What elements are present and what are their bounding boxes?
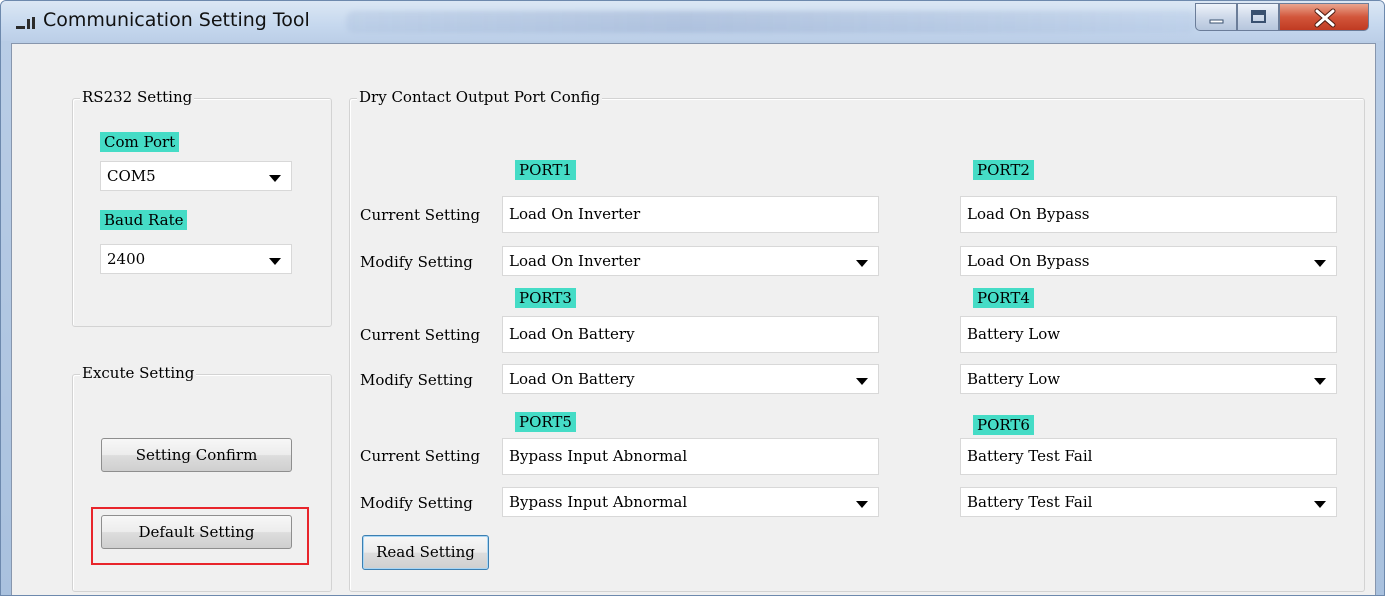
port2-current-field[interactable]: Load On Bypass xyxy=(960,196,1337,233)
port1-current-field[interactable]: Load On Inverter xyxy=(502,196,879,233)
port1-modify-value: Load On Inverter xyxy=(509,252,641,270)
port1-label: PORT1 xyxy=(515,160,576,180)
modify-setting-label: Modify Setting xyxy=(360,494,473,512)
chevron-down-icon xyxy=(1314,501,1326,508)
port5-modify-value: Bypass Input Abnormal xyxy=(509,493,688,511)
title-bar[interactable]: Communication Setting Tool xyxy=(1,1,1384,41)
execute-setting-legend: Excute Setting xyxy=(80,364,197,382)
current-setting-label: Current Setting xyxy=(360,206,481,224)
port6-modify-select[interactable]: Battery Test Fail xyxy=(960,487,1337,517)
baud-rate-label: Baud Rate xyxy=(100,210,188,230)
chevron-down-icon xyxy=(1314,260,1326,267)
current-setting-label: Current Setting xyxy=(360,447,481,465)
port4-label: PORT4 xyxy=(973,288,1034,308)
minimize-icon xyxy=(1209,19,1224,24)
port5-current-field[interactable]: Bypass Input Abnormal xyxy=(502,438,879,475)
chevron-down-icon xyxy=(1314,378,1326,385)
chevron-down-icon xyxy=(856,378,868,385)
chevron-down-icon xyxy=(856,501,868,508)
port4-modify-select[interactable]: Battery Low xyxy=(960,364,1337,394)
com-port-select[interactable]: COM5 xyxy=(100,161,292,191)
read-setting-button[interactable]: Read Setting xyxy=(362,535,489,570)
app-window: Communication Setting Tool RS232 Setting xyxy=(0,0,1385,596)
modify-setting-label: Modify Setting xyxy=(360,371,473,389)
baud-rate-select[interactable]: 2400 xyxy=(100,244,292,274)
current-setting-label: Current Setting xyxy=(360,326,481,344)
chevron-down-icon xyxy=(269,258,281,265)
blurred-title-region xyxy=(346,11,1196,33)
com-port-label: Com Port xyxy=(100,132,180,152)
port2-label: PORT2 xyxy=(973,160,1034,180)
setting-confirm-button[interactable]: Setting Confirm xyxy=(101,438,292,472)
port5-label: PORT5 xyxy=(515,412,576,432)
close-button[interactable] xyxy=(1279,3,1369,31)
minimize-button[interactable] xyxy=(1195,3,1237,31)
port5-modify-select[interactable]: Bypass Input Abnormal xyxy=(502,487,879,517)
modify-setting-label: Modify Setting xyxy=(360,253,473,271)
maximize-icon xyxy=(1251,10,1266,23)
port4-current-field[interactable]: Battery Low xyxy=(960,316,1337,353)
port2-modify-value: Load On Bypass xyxy=(967,252,1090,270)
port2-modify-select[interactable]: Load On Bypass xyxy=(960,246,1337,276)
maximize-button[interactable] xyxy=(1237,3,1279,31)
window-title: Communication Setting Tool xyxy=(43,9,310,31)
close-icon xyxy=(1314,8,1336,28)
rs232-setting-legend: RS232 Setting xyxy=(80,88,195,106)
port1-modify-select[interactable]: Load On Inverter xyxy=(502,246,879,276)
chevron-down-icon xyxy=(856,260,868,267)
port4-modify-value: Battery Low xyxy=(967,370,1061,388)
port3-modify-select[interactable]: Load On Battery xyxy=(502,364,879,394)
port3-modify-value: Load On Battery xyxy=(509,370,635,388)
client-area: RS232 Setting Com Port COM5 Baud Rate 24… xyxy=(11,43,1376,595)
baud-rate-value: 2400 xyxy=(107,250,146,268)
com-port-value: COM5 xyxy=(107,167,156,185)
app-icon xyxy=(16,17,35,29)
dry-contact-legend: Dry Contact Output Port Config xyxy=(357,88,603,106)
port3-current-field[interactable]: Load On Battery xyxy=(502,316,879,353)
port6-current-field[interactable]: Battery Test Fail xyxy=(960,438,1337,475)
chevron-down-icon xyxy=(269,175,281,182)
port6-label: PORT6 xyxy=(973,415,1034,435)
port6-modify-value: Battery Test Fail xyxy=(967,493,1093,511)
port3-label: PORT3 xyxy=(515,288,576,308)
default-setting-button[interactable]: Default Setting xyxy=(101,515,292,549)
